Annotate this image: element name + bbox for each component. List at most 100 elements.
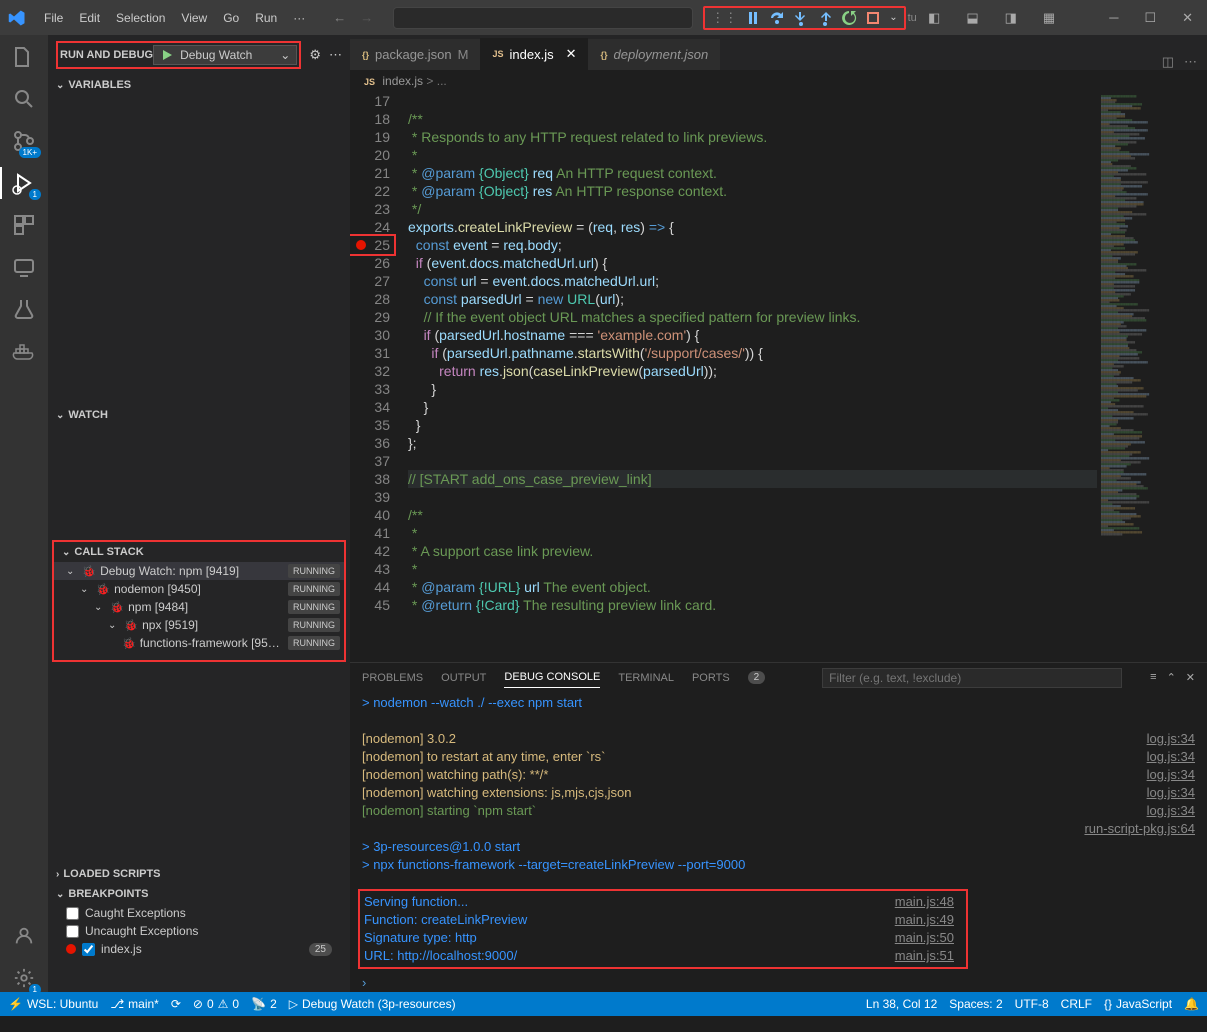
debug-status[interactable]: ▷ Debug Watch (3p-resources) <box>289 997 456 1011</box>
bp-uncaught[interactable]: Uncaught Exceptions <box>48 922 350 940</box>
accounts-icon[interactable] <box>10 922 38 950</box>
callstack-header[interactable]: ⌄CALL STACK <box>54 542 344 562</box>
activity-docker[interactable] <box>10 337 38 365</box>
tab-index.js[interactable]: JSindex.js✕ <box>480 38 588 70</box>
source-link[interactable]: log.js:34 <box>1147 748 1195 766</box>
callstack-item[interactable]: 🐞functions-framework [954...RUNNING <box>54 634 344 652</box>
layout-grid-icon[interactable]: ▦ <box>1037 8 1061 28</box>
git-branch[interactable]: ⎇ main* <box>110 997 159 1011</box>
run-debug-sidebar: RUN AND DEBUG Debug Watch ⌄ ⚙ ⋯ ⌄VARIABL… <box>48 35 350 992</box>
eol-status[interactable]: CRLF <box>1061 997 1092 1011</box>
nav-back-icon[interactable]: ← <box>333 10 346 25</box>
bp-caught-checkbox[interactable] <box>66 907 79 920</box>
source-link[interactable]: main.js:49 <box>895 911 954 929</box>
breakpoints-header[interactable]: ⌄BREAKPOINTS <box>48 884 350 904</box>
command-center-input[interactable] <box>393 7 693 29</box>
close-icon[interactable]: ✕ <box>1176 8 1199 28</box>
debug-config-dropdown[interactable]: Debug Watch ⌄ <box>153 45 297 65</box>
debug-console[interactable]: > nodemon --watch ./ --exec npm start [n… <box>350 692 1207 973</box>
callstack-item[interactable]: ⌄🐞Debug Watch: npm [9419]RUNNING <box>54 562 344 580</box>
minimize-icon[interactable]: ─ <box>1103 8 1124 28</box>
panel-tab-ports[interactable]: PORTS <box>692 668 730 688</box>
language-status[interactable]: {} JavaScript <box>1104 997 1172 1011</box>
callstack-item[interactable]: ⌄🐞npm [9484]RUNNING <box>54 598 344 616</box>
bp-file-checkbox[interactable] <box>82 943 95 956</box>
cursor-position[interactable]: Ln 38, Col 12 <box>866 997 937 1011</box>
more-icon[interactable]: ⋯ <box>1184 54 1197 70</box>
nav-fwd-icon[interactable]: → <box>360 10 373 25</box>
console-input[interactable]: › <box>350 973 1207 992</box>
activity-extensions[interactable] <box>10 211 38 239</box>
panel-tab-debug-console[interactable]: DEBUG CONSOLE <box>504 667 600 688</box>
console-line: [nodemon] 3.0.2log.js:34 <box>362 730 1195 748</box>
maximize-icon[interactable]: ☐ <box>1138 8 1162 28</box>
drag-handle-icon[interactable]: ⋮⋮ <box>711 10 737 26</box>
activity-explorer[interactable] <box>10 43 38 71</box>
activity-remote-explorer[interactable] <box>10 253 38 281</box>
activity-testing[interactable] <box>10 295 38 323</box>
menu-edit[interactable]: Edit <box>71 11 108 25</box>
remote-indicator[interactable]: ⚡ WSL: Ubuntu <box>8 997 98 1011</box>
notifications-icon[interactable]: 🔔 <box>1184 997 1199 1011</box>
sync-icon[interactable]: ⟳ <box>171 997 181 1011</box>
restart-icon[interactable] <box>841 10 857 26</box>
bp-file[interactable]: index.js25 <box>48 940 350 958</box>
variables-header[interactable]: ⌄VARIABLES <box>48 75 350 95</box>
layout-bottom-icon[interactable]: ⬓ <box>960 8 984 28</box>
menu-file[interactable]: File <box>36 11 71 25</box>
callstack-item[interactable]: ⌄🐞npx [9519]RUNNING <box>54 616 344 634</box>
layout-right-icon[interactable]: ◨ <box>999 8 1023 28</box>
panel-tab-terminal[interactable]: TERMINAL <box>618 668 674 688</box>
source-link[interactable]: log.js:34 <box>1147 766 1195 784</box>
pause-icon[interactable] <box>745 10 761 26</box>
menu-go[interactable]: Go <box>215 11 247 25</box>
manage-icon[interactable]: 1 <box>10 964 38 992</box>
split-editor-icon[interactable]: ◫ <box>1162 54 1174 70</box>
activity-source-control[interactable]: 1K+ <box>10 127 38 155</box>
watch-header[interactable]: ⌄WATCH <box>48 405 350 425</box>
chevron-down-icon[interactable]: ⌄ <box>889 12 897 23</box>
console-line: [nodemon] watching extensions: js,mjs,cj… <box>362 784 1195 802</box>
menu-view[interactable]: View <box>173 11 215 25</box>
loaded-scripts-header[interactable]: ›LOADED SCRIPTS <box>48 864 350 884</box>
step-over-icon[interactable] <box>769 10 785 26</box>
ports-status[interactable]: 📡 2 <box>251 997 277 1011</box>
gear-icon[interactable]: ⚙ <box>309 47 321 63</box>
close-tab-icon[interactable]: ✕ <box>566 46 577 62</box>
indent-status[interactable]: Spaces: 2 <box>949 997 1002 1011</box>
close-panel-icon[interactable]: ✕ <box>1186 671 1195 684</box>
step-into-icon[interactable] <box>793 10 809 26</box>
minimap[interactable]: ████████████████████████████████████████… <box>1097 92 1207 662</box>
panel: PROBLEMS OUTPUT DEBUG CONSOLE TERMINAL PORTS… <box>350 662 1207 992</box>
chevron-up-icon[interactable]: ⌃ <box>1167 671 1176 684</box>
menu-selection[interactable]: Selection <box>108 11 173 25</box>
layout-left-icon[interactable]: ◧ <box>922 8 946 28</box>
encoding-status[interactable]: UTF-8 <box>1015 997 1049 1011</box>
source-link[interactable]: run-script-pkg.js:64 <box>1084 820 1195 838</box>
more-icon[interactable]: ⋯ <box>329 47 342 63</box>
tab-deployment.json[interactable]: {}deployment.json <box>588 39 720 70</box>
panel-tab-output[interactable]: OUTPUT <box>441 668 486 688</box>
menu-run[interactable]: Run <box>247 11 285 25</box>
bp-uncaught-checkbox[interactable] <box>66 925 79 938</box>
console-filter-input[interactable] <box>822 668 1122 688</box>
source-link[interactable]: log.js:34 <box>1147 802 1195 820</box>
activity-search[interactable] <box>10 85 38 113</box>
problems-status[interactable]: ⊘ 0 ⚠ 0 <box>193 997 239 1011</box>
stop-icon[interactable] <box>865 10 881 26</box>
source-link[interactable]: main.js:48 <box>895 893 954 911</box>
source-link[interactable]: main.js:51 <box>895 947 954 965</box>
step-out-icon[interactable] <box>817 10 833 26</box>
source-link[interactable]: log.js:34 <box>1147 784 1195 802</box>
menu-···[interactable]: ··· <box>285 11 313 25</box>
callstack-item[interactable]: ⌄🐞nodemon [9450]RUNNING <box>54 580 344 598</box>
source-link[interactable]: log.js:34 <box>1147 730 1195 748</box>
source-link[interactable]: main.js:50 <box>895 929 954 947</box>
activity-run-debug[interactable]: 1 <box>10 169 38 197</box>
panel-tab-problems[interactable]: PROBLEMS <box>362 668 423 688</box>
code-editor[interactable]: 1718192021222324252627282930313233343536… <box>350 92 1207 662</box>
bp-caught[interactable]: Caught Exceptions <box>48 904 350 922</box>
tab-package.json[interactable]: {}package.jsonM <box>350 39 480 70</box>
filter-icon[interactable]: ≡ <box>1150 671 1156 684</box>
breadcrumb[interactable]: JS index.js > ... <box>350 70 1207 92</box>
